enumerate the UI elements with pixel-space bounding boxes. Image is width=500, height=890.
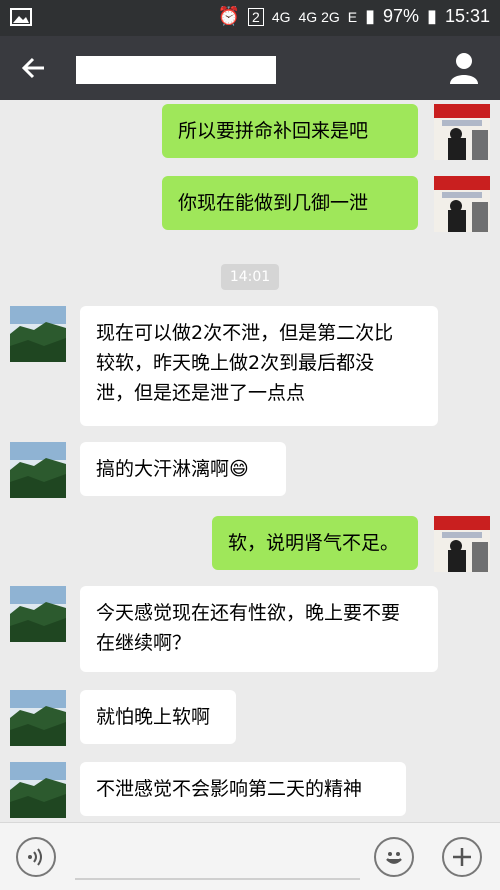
chat-messages[interactable]: 所以要拼命补回来是吧 你现在能做到几御一泄 14:01 现在可以做2次不泄，但是… <box>0 100 500 822</box>
battery-level: 97% <box>383 6 420 26</box>
incoming-message-bubble[interactable]: 搞的大汗淋漓啊😄 <box>80 442 286 496</box>
battery-icon: ▮ <box>427 6 437 26</box>
sim-badge: 2 <box>248 7 264 26</box>
avatar[interactable] <box>434 516 490 572</box>
more-options-button[interactable] <box>442 837 482 877</box>
voice-icon <box>28 848 42 866</box>
chat-info-user-icon[interactable] <box>446 50 482 86</box>
back-arrow-icon[interactable] <box>18 52 50 84</box>
incoming-message-bubble[interactable]: 不泄感觉不会影响第二天的精神 <box>80 762 406 816</box>
incoming-message-bubble[interactable]: 就怕晚上软啊 <box>80 690 236 744</box>
signal-icon: ▮ <box>365 6 376 26</box>
network-4g: 4G <box>271 8 291 25</box>
outgoing-message-bubble[interactable]: 软，说明肾气不足。 <box>212 516 418 570</box>
incoming-message-bubble[interactable]: 今天感觉现在还有性欲，晚上要不要 在继续啊？ <box>80 586 438 672</box>
avatar[interactable] <box>10 762 66 818</box>
emoji-button[interactable] <box>374 837 414 877</box>
outgoing-message-bubble[interactable]: 所以要拼命补回来是吧 <box>162 104 418 158</box>
alarm-icon: ⏰ <box>217 6 241 26</box>
outgoing-message-bubble[interactable]: 你现在能做到几御一泄 <box>162 176 418 230</box>
avatar[interactable] <box>10 442 66 498</box>
avatar[interactable] <box>10 306 66 362</box>
network-edge: E <box>347 8 358 25</box>
message-input-bar <box>0 822 500 890</box>
incoming-message-bubble[interactable]: 现在可以做2次不泄，但是第二次比 较软，昨天晚上做2次到最后都没 泄，但是还是泄… <box>80 306 438 426</box>
chat-header <box>0 36 500 100</box>
status-bar: ⏰ 2 4G 4G 2G E ▮ 97% ▮ 15:31 <box>0 0 500 36</box>
plus-icon <box>453 848 471 866</box>
voice-input-button[interactable] <box>16 837 56 877</box>
avatar[interactable] <box>10 586 66 642</box>
chat-title-redacted <box>76 56 276 84</box>
avatar[interactable] <box>434 176 490 232</box>
smiley-icon <box>386 852 402 864</box>
message-input[interactable] <box>75 878 360 880</box>
avatar[interactable] <box>434 104 490 160</box>
network-4g-2g: 4G 2G <box>298 8 340 25</box>
image-notification-icon <box>10 8 32 30</box>
avatar[interactable] <box>10 690 66 746</box>
clock: 15:31 <box>444 6 490 26</box>
timestamp: 14:01 <box>221 264 279 290</box>
